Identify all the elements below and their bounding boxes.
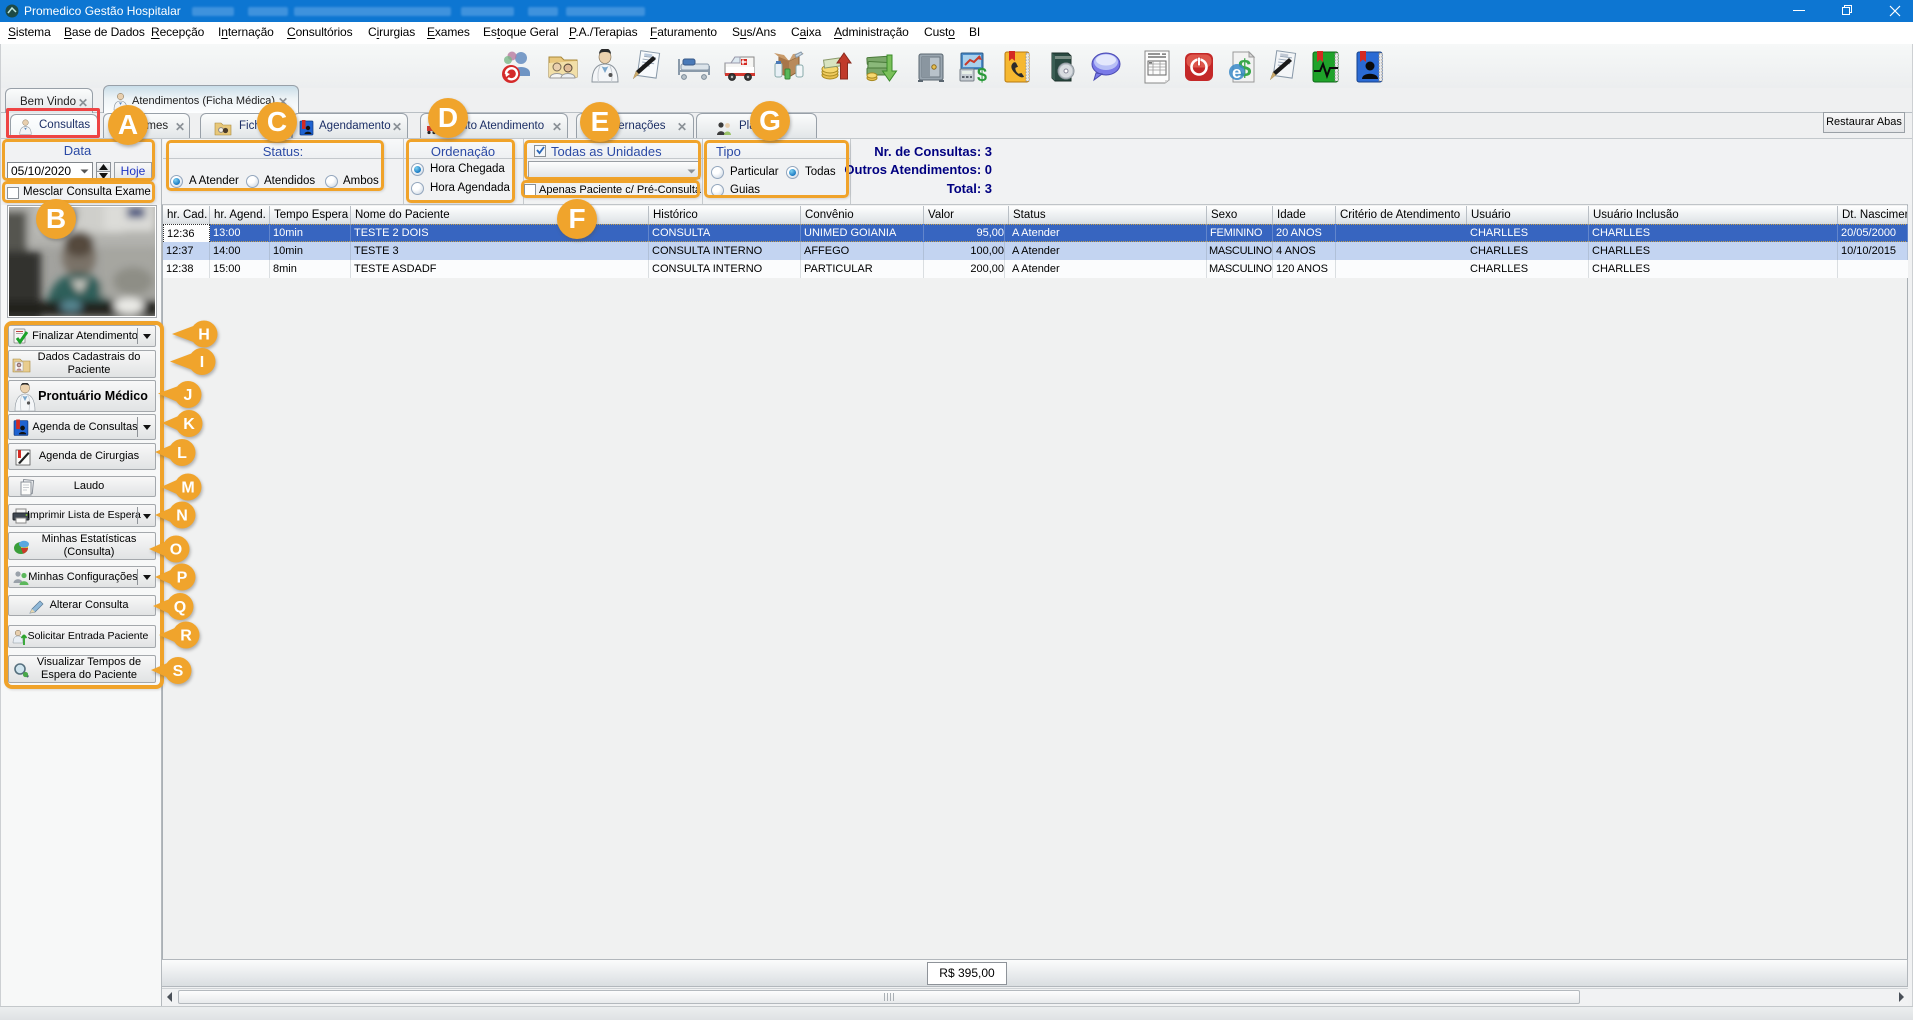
svg-text:S: S (173, 663, 184, 680)
svg-text:L: L (177, 445, 187, 462)
svg-text:R: R (180, 628, 192, 645)
svg-text:I: I (200, 354, 204, 371)
svg-text:Q: Q (174, 599, 186, 616)
svg-text:K: K (183, 416, 195, 433)
svg-text:P: P (177, 570, 188, 587)
svg-text:O: O (170, 542, 182, 559)
svg-text:J: J (184, 387, 193, 404)
svg-text:M: M (181, 480, 194, 497)
svg-text:$: $ (977, 65, 987, 85)
svg-text:e: e (1232, 63, 1241, 82)
svg-text:H: H (198, 327, 210, 344)
svg-text:N: N (176, 508, 188, 525)
